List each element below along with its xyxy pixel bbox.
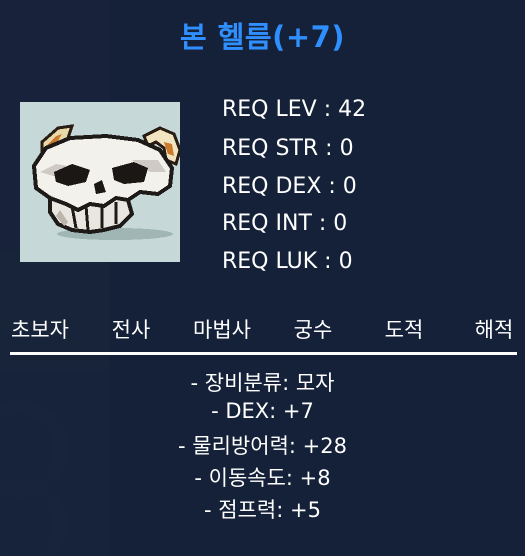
job-bowman: 궁수	[293, 318, 333, 342]
req-luk: REQ LUK : 0	[222, 249, 353, 274]
item-icon	[20, 102, 182, 262]
job-magician: 마법사	[193, 318, 251, 342]
stat-defense: - 물리방어력: +28	[178, 434, 347, 458]
item-name: 본 헬름(+7)	[179, 20, 346, 54]
req-level: REQ LEV : 42	[222, 97, 367, 122]
req-dex: REQ DEX : 0	[222, 174, 357, 199]
stat-speed: - 이동속도: +8	[194, 466, 331, 490]
job-pirate: 해적	[474, 318, 514, 342]
divider	[10, 352, 517, 355]
stat-dex: - DEX: +7	[211, 399, 314, 423]
job-beginner: 초보자	[11, 318, 69, 342]
job-thief: 도적	[384, 318, 424, 342]
job-list: 초보자 전사 마법사 궁수 도적 해적	[0, 314, 525, 344]
stat-jump: - 점프력: +5	[204, 498, 321, 522]
item-tooltip: 본 헬름(+7) REQ LEV : 42 REQ STR: 0 REQ DE…	[0, 0, 525, 556]
bone-helm-skull-icon	[32, 124, 182, 240]
req-int: REQ INT : 0	[222, 211, 348, 236]
job-warrior: 전사	[111, 318, 151, 342]
req-str: REQ STR : 0	[222, 136, 354, 161]
stat-category: - 장비분류: 모자	[190, 371, 335, 395]
